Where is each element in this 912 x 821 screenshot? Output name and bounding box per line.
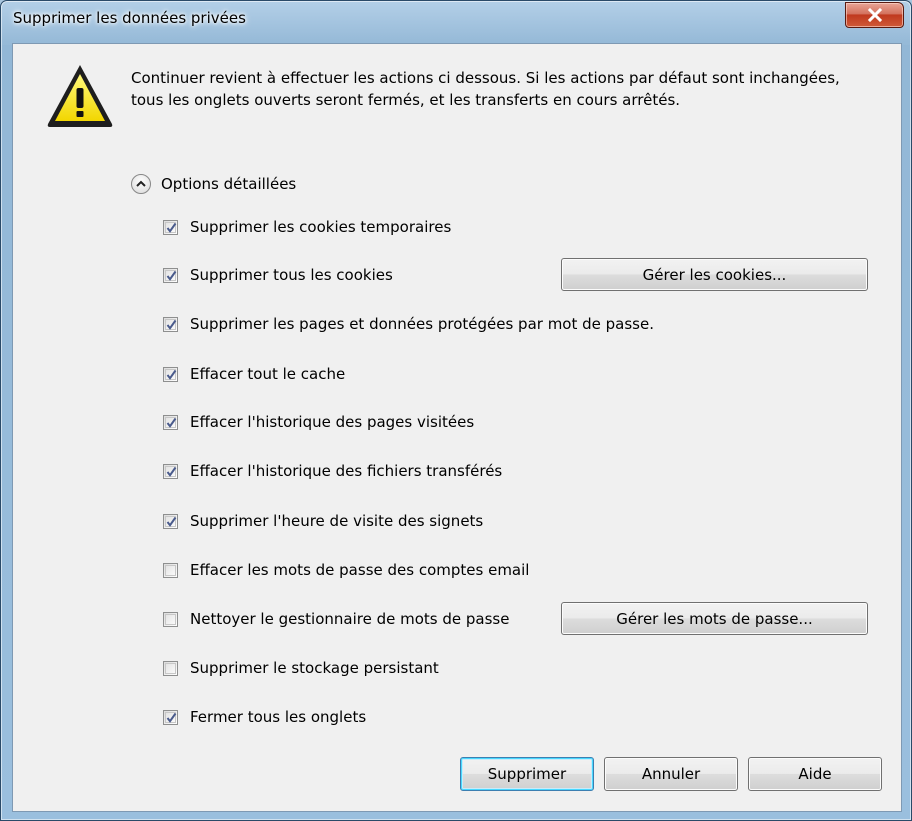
option-row[interactable]: Effacer les mots de passe des comptes em… xyxy=(163,560,529,580)
option-label: Supprimer les cookies temporaires xyxy=(190,218,452,236)
dialog-content: Continuer revient à effectuer les action… xyxy=(12,43,902,812)
checkbox-unchecked[interactable] xyxy=(163,562,178,578)
option-label: Supprimer le stockage persistant xyxy=(190,659,439,677)
option-label: Supprimer l'heure de visite des signets xyxy=(190,512,484,530)
checkmark-icon xyxy=(166,516,177,527)
option-row[interactable]: Supprimer l'heure de visite des signets xyxy=(163,511,483,531)
option-label: Effacer l'historique des pages visitées xyxy=(190,413,475,431)
warning-message-line-1: Continuer revient à effectuer les action… xyxy=(131,69,840,87)
checkmark-icon xyxy=(166,222,177,233)
close-button[interactable] xyxy=(845,2,904,28)
option-row[interactable]: Supprimer les pages et données protégées… xyxy=(163,314,654,334)
close-icon xyxy=(867,8,882,22)
checkbox-checked[interactable] xyxy=(163,414,178,430)
option-label: Nettoyer le gestionnaire de mots de pass… xyxy=(190,610,510,628)
option-label: Effacer tout le cache xyxy=(190,365,346,383)
option-label: Effacer les mots de passe des comptes em… xyxy=(190,561,530,579)
option-row[interactable]: Nettoyer le gestionnaire de mots de pass… xyxy=(163,609,509,629)
checkbox-unchecked[interactable] xyxy=(163,611,178,627)
delete-button[interactable]: Supprimer xyxy=(460,757,594,791)
checkbox-inner xyxy=(165,564,176,576)
checkbox-checked[interactable] xyxy=(163,366,178,382)
checkbox-inner xyxy=(165,613,176,625)
cancel-button[interactable]: Annuler xyxy=(604,757,738,791)
option-row[interactable]: Effacer l'historique des pages visitées xyxy=(163,412,474,432)
option-label: Supprimer tous les cookies xyxy=(190,266,393,284)
option-label: Fermer tous les onglets xyxy=(190,708,367,726)
checkbox-checked[interactable] xyxy=(163,267,178,283)
option-row[interactable]: Fermer tous les onglets xyxy=(163,707,366,727)
details-toggle[interactable]: Options détaillées xyxy=(131,174,296,194)
dialog-window: Supprimer les données privées Continuer … xyxy=(0,0,912,821)
option-label: Supprimer les pages et données protégées… xyxy=(190,315,654,333)
checkbox-checked[interactable] xyxy=(163,513,178,529)
checkbox-inner xyxy=(165,662,176,674)
warning-message-line-2: tous les onglets ouverts seront fermés, … xyxy=(131,91,681,109)
option-row[interactable]: Supprimer les cookies temporaires xyxy=(163,217,451,237)
manage-cookies-button[interactable]: Gérer les cookies... xyxy=(561,258,868,291)
checkmark-icon xyxy=(166,319,177,330)
window-title: Supprimer les données privées xyxy=(13,9,246,27)
details-toggle-label: Options détaillées xyxy=(161,175,297,193)
checkmark-icon xyxy=(166,712,177,723)
collapse-icon xyxy=(131,174,151,194)
checkbox-checked[interactable] xyxy=(163,316,178,332)
checkbox-checked[interactable] xyxy=(163,219,178,235)
option-row[interactable]: Effacer tout le cache xyxy=(163,364,345,384)
checkmark-icon xyxy=(166,270,177,281)
checkbox-checked[interactable] xyxy=(163,709,178,725)
checkbox-unchecked[interactable] xyxy=(163,660,178,676)
warning-icon xyxy=(47,65,113,127)
manage-passwords-button[interactable]: Gérer les mots de passe... xyxy=(561,602,868,635)
option-row[interactable]: Supprimer tous les cookies xyxy=(163,265,393,285)
option-row[interactable]: Effacer l'historique des fichiers transf… xyxy=(163,461,502,481)
option-label: Effacer l'historique des fichiers transf… xyxy=(190,462,503,480)
warning-message: Continuer revient à effectuer les action… xyxy=(131,67,881,111)
checkmark-icon xyxy=(166,466,177,477)
checkmark-icon xyxy=(166,417,177,428)
checkbox-checked[interactable] xyxy=(163,463,178,479)
help-button[interactable]: Aide xyxy=(748,757,882,791)
checkmark-icon xyxy=(166,369,177,380)
option-row[interactable]: Supprimer le stockage persistant xyxy=(163,658,439,678)
